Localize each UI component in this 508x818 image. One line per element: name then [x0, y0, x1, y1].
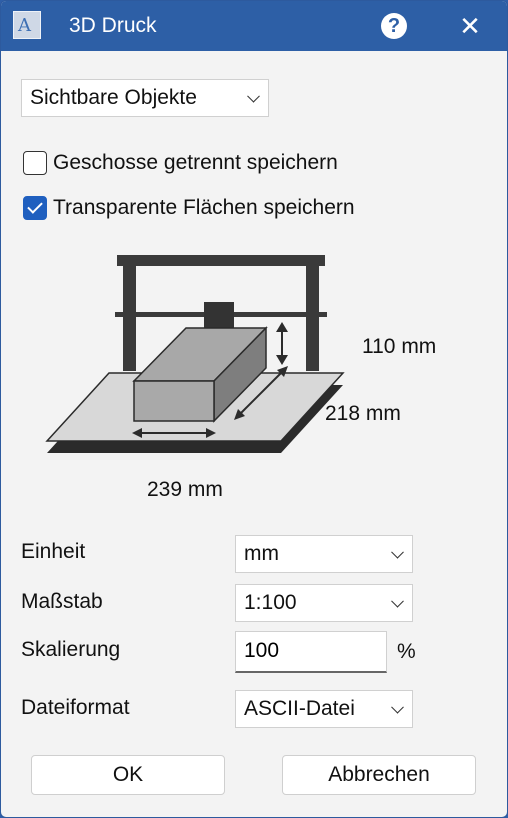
height-dimension-label: 110 mm	[362, 335, 437, 358]
model-box-front	[133, 380, 215, 422]
width-dimension-label: 239 mm	[147, 478, 223, 501]
file-format-dropdown[interactable]: ASCII-Datei	[235, 690, 413, 728]
transparent-surfaces-checkbox[interactable]	[23, 196, 47, 220]
printer-illustration	[45, 255, 345, 453]
title-bar[interactable]: A 3D Druck ? ✕	[1, 1, 507, 51]
help-button[interactable]: ?	[381, 13, 407, 39]
scale-dropdown[interactable]: 1:100	[235, 584, 413, 622]
scale-value: 1:100	[244, 591, 297, 614]
dialog-title: 3D Druck	[69, 14, 157, 37]
unit-label: Einheit	[21, 540, 86, 563]
chevron-down-icon	[391, 545, 404, 559]
chevron-down-icon	[247, 89, 260, 103]
depth-dimension-label: 218 mm	[325, 402, 401, 425]
separate-floors-checkbox[interactable]	[23, 151, 47, 175]
scaling-percent-label: %	[397, 640, 416, 663]
height-arrow-head-bottom	[276, 355, 288, 365]
chevron-down-icon	[391, 594, 404, 608]
unit-value: mm	[244, 542, 279, 565]
ok-button[interactable]: OK	[31, 755, 225, 795]
separate-floors-label[interactable]: Geschosse getrennt speichern	[53, 151, 338, 175]
export-scope-value: Sichtbare Objekte	[30, 86, 197, 109]
dialog-window: A 3D Druck ? ✕ Sichtbare Objekte Geschos…	[0, 0, 508, 818]
printer-top-bar	[117, 255, 325, 266]
file-format-value: ASCII-Datei	[244, 697, 355, 720]
scale-label: Maßstab	[21, 590, 103, 613]
cancel-button[interactable]: Abbrechen	[282, 755, 476, 795]
scaling-label: Skalierung	[21, 638, 121, 661]
export-scope-dropdown[interactable]: Sichtbare Objekte	[21, 79, 269, 117]
height-arrow-head-top	[276, 322, 288, 332]
scaling-input[interactable]: 100	[235, 631, 387, 673]
unit-dropdown[interactable]: mm	[235, 535, 413, 573]
file-format-label: Dateiformat	[21, 696, 130, 719]
close-button[interactable]: ✕	[453, 9, 487, 43]
app-icon: A	[13, 11, 41, 39]
transparent-surfaces-label[interactable]: Transparente Flächen speichern	[53, 196, 355, 220]
chevron-down-icon	[391, 700, 404, 714]
